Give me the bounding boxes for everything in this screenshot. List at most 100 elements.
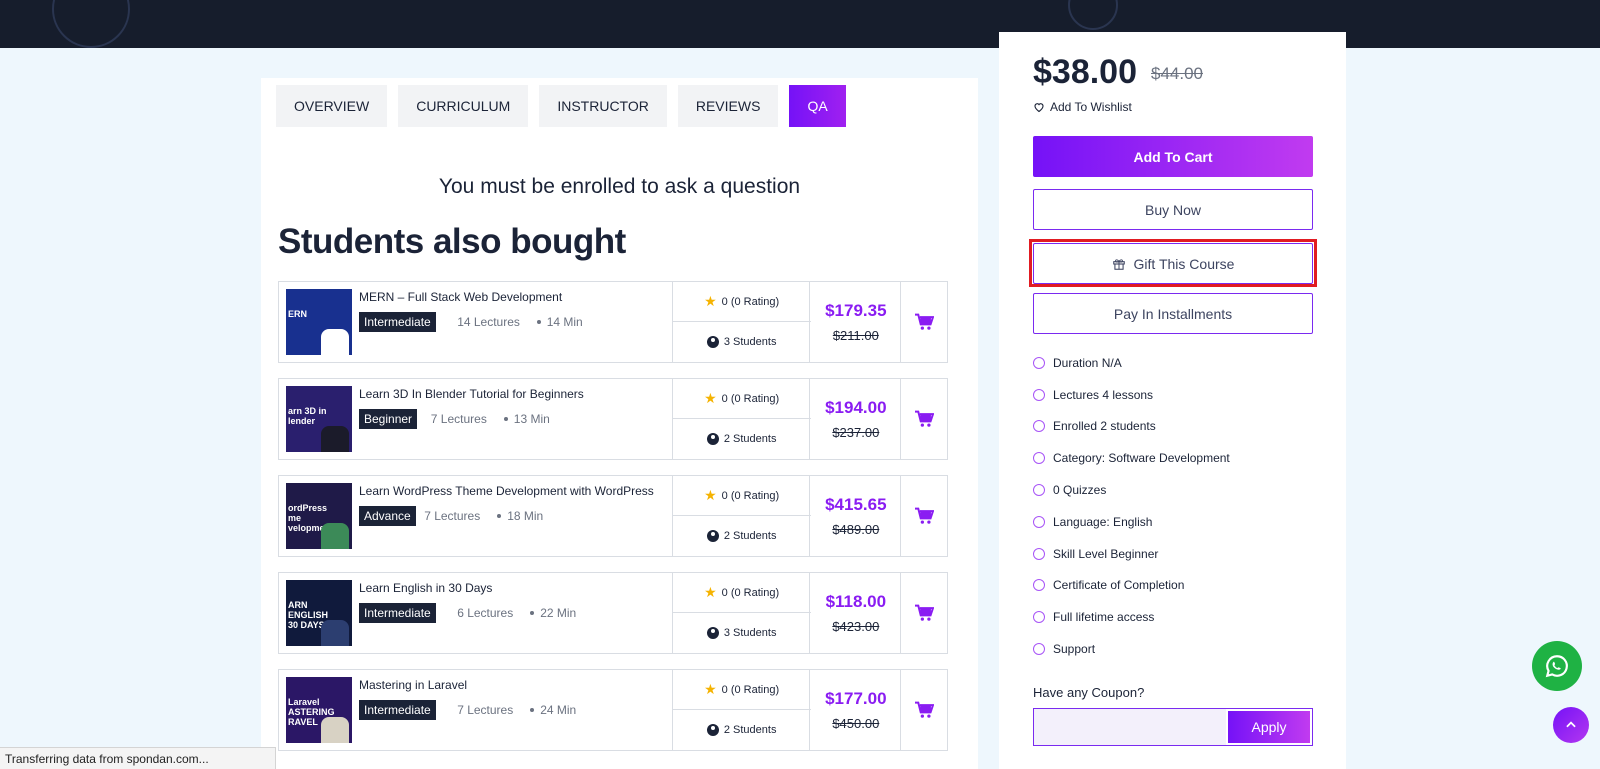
trophy-icon xyxy=(1033,579,1045,592)
chevron-up-icon xyxy=(1566,721,1576,728)
course-info: ordPress me velopment Learn WordPress The… xyxy=(279,476,673,556)
level-badge: Beginner xyxy=(359,409,418,429)
enrolled-students: 3 Students xyxy=(673,613,811,653)
lecture-count: 7 Lectures xyxy=(430,412,487,426)
add-to-cart-icon-button[interactable] xyxy=(901,573,947,653)
rating: ★ 0 (0 Rating) xyxy=(672,379,811,419)
scroll-to-top-button[interactable] xyxy=(1553,707,1589,743)
course-row[interactable]: Laravel ASTERING RAVEL Mastering in Larav… xyxy=(278,669,948,751)
regular-price: $489.00 xyxy=(832,522,880,537)
course-row[interactable]: ARN ENGLISH 30 DAYS Learn English in 30 D… xyxy=(278,572,948,654)
feature-label: Certificate of Completion xyxy=(1053,578,1185,593)
add-to-cart-icon-button[interactable] xyxy=(901,379,947,459)
course-row[interactable]: arn 3D in lender Learn 3D In Blender Tuto… xyxy=(278,378,948,460)
cart-icon xyxy=(915,701,935,718)
browser-status-bar: Transferring data from spondan.com... xyxy=(0,747,276,769)
level-icon xyxy=(1033,547,1045,560)
course-duration: 22 Min xyxy=(540,606,577,620)
buy-now-button[interactable]: Buy Now xyxy=(1033,189,1313,230)
add-to-cart-icon-button[interactable] xyxy=(901,282,947,362)
feature-label: Enrolled 2 students xyxy=(1053,419,1156,434)
coupon-form: Apply xyxy=(1033,708,1313,746)
book-icon xyxy=(1033,388,1045,401)
tab-qa[interactable]: QA xyxy=(789,85,846,127)
rating: ★ 0 (0 Rating) xyxy=(672,476,811,516)
star-icon: ★ xyxy=(704,390,717,406)
whatsapp-button[interactable] xyxy=(1532,641,1582,691)
lock-icon xyxy=(1033,611,1045,624)
feature-label: Support xyxy=(1053,642,1096,657)
user-icon xyxy=(706,627,719,639)
course-price: $194.00 $237.00 xyxy=(810,379,902,459)
tab-overview[interactable]: OVERVIEW xyxy=(276,85,388,127)
course-price: $118.00 $423.00 xyxy=(810,573,902,653)
feature-item: Enrolled 2 students xyxy=(1033,411,1230,443)
separator-dot xyxy=(530,611,535,615)
add-to-cart-icon-button[interactable] xyxy=(901,670,947,750)
regular-price: $423.00 xyxy=(832,619,880,634)
lecture-count: 6 Lectures xyxy=(457,606,514,620)
cart-icon xyxy=(915,410,935,427)
coupon-input[interactable] xyxy=(1034,709,1226,745)
regular-price: $450.00 xyxy=(832,716,880,731)
original-price: $44.00 xyxy=(1151,64,1203,83)
course-thumbnail[interactable]: ordPress me velopment xyxy=(286,483,352,549)
course-features: Duration N/A Lectures 4 lessons Enrolled… xyxy=(1033,347,1230,665)
lecture-count: 7 Lectures xyxy=(457,703,514,717)
feature-item: Category: Software Development xyxy=(1033,442,1230,474)
decorative-circle xyxy=(1068,0,1118,30)
cart-icon xyxy=(915,604,935,621)
enrolled-students: 2 Students xyxy=(673,516,811,556)
separator-dot xyxy=(503,417,508,421)
students-text: 3 Students xyxy=(723,627,777,639)
add-to-wishlist-link[interactable]: Add To Wishlist xyxy=(1033,100,1132,114)
course-title-link[interactable]: Learn 3D In Blender Tutorial for Beginne… xyxy=(359,387,584,401)
apply-coupon-button[interactable]: Apply xyxy=(1228,711,1310,743)
quiz-icon xyxy=(1033,484,1045,497)
course-thumbnail[interactable]: Laravel ASTERING RAVEL xyxy=(286,677,352,743)
tab-reviews[interactable]: REVIEWS xyxy=(677,85,779,127)
thumbnail-person xyxy=(321,329,349,355)
pay-in-installments-button[interactable]: Pay In Installments xyxy=(1033,293,1313,334)
clock-icon xyxy=(1033,356,1045,369)
separator-dot xyxy=(530,708,535,712)
rating-text: 0 (0 Rating) xyxy=(721,586,780,599)
user-icon xyxy=(706,433,719,445)
tab-instructor[interactable]: INSTRUCTOR xyxy=(539,85,667,127)
course-title-link[interactable]: Mastering in Laravel xyxy=(359,678,467,692)
cart-icon xyxy=(915,313,935,330)
star-icon: ★ xyxy=(704,584,717,600)
level-badge: Advance xyxy=(359,506,416,526)
feature-label: Skill Level Beginner xyxy=(1053,546,1159,561)
add-to-cart-icon-button[interactable] xyxy=(901,476,947,556)
user-icon xyxy=(1033,420,1045,433)
tag-icon xyxy=(1033,452,1045,465)
rating: ★ 0 (0 Rating) xyxy=(672,573,811,613)
course-duration: 13 Min xyxy=(513,412,550,426)
tab-curriculum[interactable]: CURRICULUM xyxy=(398,85,529,127)
gift-course-button[interactable]: Gift This Course xyxy=(1033,243,1313,284)
course-thumbnail[interactable]: arn 3D in lender xyxy=(286,386,352,452)
course-price: $177.00 $450.00 xyxy=(810,670,902,750)
related-course-list: ERN MERN – Full Stack Web Development Inte… xyxy=(278,281,948,766)
section-title: Students also bought xyxy=(278,222,626,261)
course-title-link[interactable]: Learn WordPress Theme Development with W… xyxy=(359,484,654,498)
course-title-link[interactable]: MERN – Full Stack Web Development xyxy=(359,290,562,304)
course-row[interactable]: ordPress me velopment Learn WordPress The… xyxy=(278,475,948,557)
enrollment-notice: You must be enrolled to ask a question xyxy=(438,175,801,198)
user-icon xyxy=(706,530,719,542)
course-tabs: OVERVIEW CURRICULUM INSTRUCTOR REVIEWS Q… xyxy=(276,85,846,127)
course-stats: ★ 0 (0 Rating) 3 Students xyxy=(672,573,811,653)
feature-label: 0 Quizzes xyxy=(1053,483,1107,498)
feature-item: Skill Level Beginner xyxy=(1033,538,1230,570)
sale-price: $415.65 xyxy=(825,495,887,514)
course-title-link[interactable]: Learn English in 30 Days xyxy=(359,581,492,595)
sale-price: $179.35 xyxy=(825,301,887,320)
course-row[interactable]: ERN MERN – Full Stack Web Development Inte… xyxy=(278,281,948,363)
feature-label: Full lifetime access xyxy=(1053,610,1155,625)
add-to-cart-button[interactable]: Add To Cart xyxy=(1033,136,1313,177)
course-content-card: OVERVIEW CURRICULUM INSTRUCTOR REVIEWS Q… xyxy=(261,78,978,769)
course-thumbnail[interactable]: ERN xyxy=(286,289,352,355)
students-text: 2 Students xyxy=(723,433,777,445)
course-thumbnail[interactable]: ARN ENGLISH 30 DAYS xyxy=(286,580,352,646)
